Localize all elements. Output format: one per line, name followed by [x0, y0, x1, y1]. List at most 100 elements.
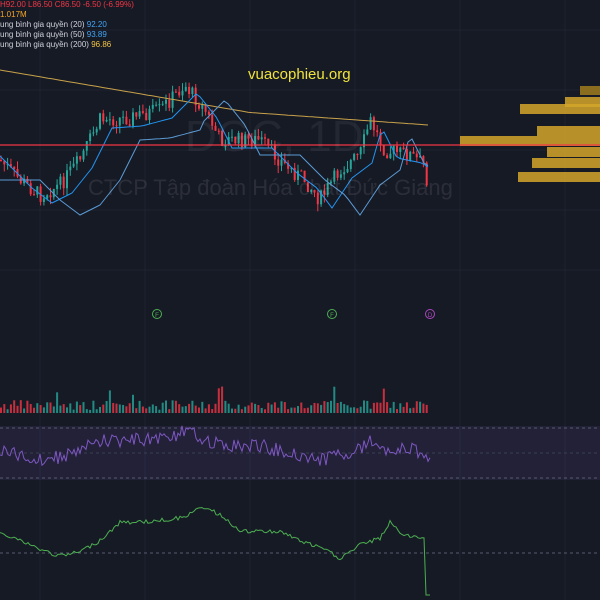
candle — [105, 120, 108, 122]
candle — [300, 170, 303, 172]
volume-bar — [297, 406, 299, 413]
brand-text: vuacophieu.org — [248, 66, 351, 83]
candle — [29, 183, 32, 195]
volume-bar — [201, 401, 204, 413]
volume-bar — [171, 400, 174, 413]
volume-bar — [277, 407, 280, 413]
volume-bar — [244, 406, 247, 413]
volume-bar — [118, 404, 121, 413]
candle — [155, 104, 158, 106]
volume-bar — [145, 408, 148, 413]
candle — [42, 198, 45, 202]
candle — [82, 150, 85, 160]
ma50-label: ung bình gia quyền (50) — [0, 30, 85, 39]
close: C86.50 — [54, 0, 81, 9]
volume-bar — [72, 409, 75, 413]
volume-bar — [125, 406, 128, 413]
volume-profile-bar — [547, 147, 600, 157]
volume-bar — [250, 402, 253, 413]
volume-bar — [56, 392, 59, 413]
candle — [412, 151, 415, 154]
candle — [382, 144, 385, 156]
volume-bar — [132, 394, 134, 413]
volume-bar — [346, 405, 349, 413]
ma200-row[interactable]: ung bình gia quyền (200) 96.86 — [0, 40, 134, 50]
candle — [112, 119, 115, 126]
volume-bar — [363, 400, 365, 413]
candle — [402, 147, 405, 149]
volume-bar — [188, 403, 191, 413]
ma20-row[interactable]: ung bình gia quyền (20) 92.20 — [0, 20, 134, 30]
volume-bar — [386, 402, 389, 413]
volume-bar — [224, 400, 227, 413]
candle — [102, 113, 105, 122]
volume-bar — [49, 402, 52, 413]
volume-bar — [237, 404, 240, 413]
candle — [194, 87, 197, 106]
volume-bar — [313, 402, 316, 413]
candle — [141, 111, 144, 113]
volume-bar — [75, 401, 78, 413]
volume-bar — [13, 400, 16, 413]
candle — [409, 151, 412, 161]
candle — [396, 145, 398, 152]
volume-bar — [128, 403, 131, 413]
ma20-value: 92.20 — [86, 20, 107, 29]
candle — [174, 91, 177, 93]
candle — [376, 130, 379, 133]
volume-bar — [376, 402, 379, 413]
volume-bar — [207, 404, 210, 413]
volume-bar — [353, 407, 356, 413]
volume-bar — [165, 400, 167, 413]
volume-bar — [405, 402, 408, 413]
candle — [399, 147, 402, 152]
volume-bar — [214, 403, 217, 413]
volume-bar — [306, 407, 309, 413]
volume-bar — [112, 402, 115, 413]
candle — [369, 117, 372, 130]
volume-bar — [382, 388, 385, 413]
candle — [79, 156, 82, 160]
candle — [92, 132, 95, 134]
volume-bar — [52, 406, 55, 413]
candle — [181, 90, 184, 96]
volume-bar — [181, 406, 184, 413]
candle — [33, 194, 35, 196]
volume-bar — [151, 404, 154, 413]
volume-bar — [69, 403, 72, 413]
volume-bar — [141, 406, 144, 413]
oscillator-line — [0, 507, 430, 596]
volume-bar — [191, 400, 194, 413]
volume-bar — [19, 400, 22, 413]
volume-bar — [23, 408, 26, 413]
volume-bar — [194, 405, 197, 413]
volume-bar — [122, 404, 125, 413]
volume-bar — [221, 386, 224, 413]
candle — [85, 141, 88, 151]
candle — [168, 99, 171, 108]
volume-bar — [287, 409, 290, 413]
volume-bar — [115, 403, 118, 413]
volume-bar — [339, 401, 342, 413]
volume-bar — [402, 406, 405, 413]
volume-profile-bar — [532, 158, 600, 168]
volume-value: 1.017M — [0, 10, 27, 19]
volume-bar — [396, 409, 398, 413]
candle — [66, 170, 68, 189]
volume-bar — [9, 404, 12, 413]
volume-bar — [389, 407, 392, 413]
candle — [0, 160, 2, 161]
volume-bar — [231, 408, 233, 413]
price-chart[interactable]: FFD — [0, 0, 600, 600]
volume-bar — [264, 409, 266, 413]
event-marker-label: F — [330, 313, 334, 319]
volume-bar — [254, 403, 257, 413]
volume-bar — [198, 407, 200, 413]
volume-bar — [343, 404, 346, 413]
volume-bar — [108, 390, 111, 413]
candle — [158, 104, 161, 106]
volume-bar — [349, 407, 352, 413]
low: L86.50 — [28, 0, 53, 9]
volume-bar — [234, 408, 237, 413]
ma50-row[interactable]: ung bình gia quyền (50) 93.89 — [0, 30, 134, 40]
